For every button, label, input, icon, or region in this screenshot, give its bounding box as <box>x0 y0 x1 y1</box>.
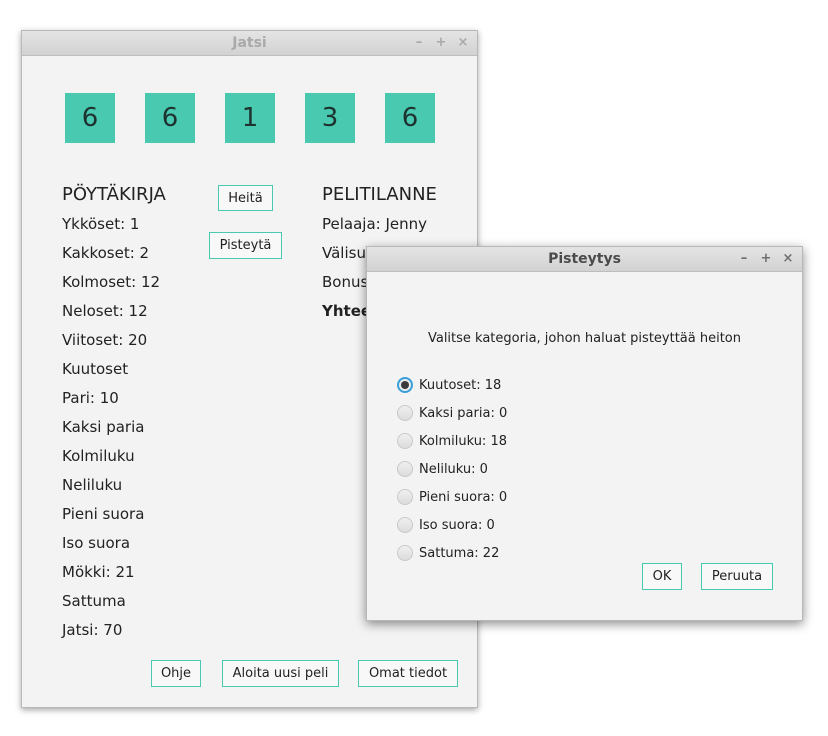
score-row-full-house: Mökki: 21 <box>62 563 135 581</box>
option-label: Neliluku: 0 <box>419 461 488 477</box>
radio-selected-icon[interactable] <box>397 377 413 393</box>
dialog-controls: – + × <box>738 247 794 271</box>
radio-icon[interactable] <box>397 405 413 421</box>
option-chance[interactable]: Sattuma: 22 <box>397 543 499 563</box>
minimize-icon[interactable]: – <box>413 31 425 55</box>
die-4[interactable]: 3 <box>305 93 355 143</box>
dialog-titlebar[interactable]: Pisteytys – + × <box>367 247 802 272</box>
throw-button[interactable]: Heitä <box>218 185 273 211</box>
option-large-straight[interactable]: Iso suora: 0 <box>397 515 495 535</box>
scorecard-heading: PÖYTÄKIRJA <box>62 184 166 205</box>
score-row-chance: Sattuma <box>62 592 126 610</box>
score-row-large-straight: Iso suora <box>62 534 131 552</box>
subtotal-label: Välisu <box>322 244 366 262</box>
score-row-two-pairs: Kaksi paria <box>62 418 145 436</box>
main-window-title: Jatsi <box>232 35 267 51</box>
option-small-straight[interactable]: Pieni suora: 0 <box>397 487 507 507</box>
die-5[interactable]: 6 <box>385 93 435 143</box>
die-2[interactable]: 6 <box>145 93 195 143</box>
score-row-small-straight: Pieni suora <box>62 505 145 523</box>
maximize-icon[interactable]: + <box>435 31 447 55</box>
close-icon[interactable]: × <box>457 31 469 55</box>
game-status-heading: PELITILANNE <box>322 184 437 205</box>
option-four-of-kind[interactable]: Neliluku: 0 <box>397 459 488 479</box>
score-row-yahtzee: Jatsi: 70 <box>62 621 123 639</box>
player-label: Pelaaja: Jenny <box>322 215 428 233</box>
die-1[interactable]: 6 <box>65 93 115 143</box>
option-label: Iso suora: 0 <box>419 517 495 533</box>
cancel-button[interactable]: Peruuta <box>701 563 773 590</box>
score-button[interactable]: Pisteytä <box>209 232 282 259</box>
ok-button[interactable]: OK <box>642 563 682 590</box>
dialog-prompt: Valitse kategoria, johon haluat pisteytt… <box>427 331 742 346</box>
option-label: Sattuma: 22 <box>419 545 500 561</box>
score-row-fives: Viitoset: 20 <box>62 331 148 349</box>
profile-button[interactable]: Omat tiedot <box>358 660 458 687</box>
score-row-ones: Ykköset: 1 <box>62 215 140 233</box>
minimize-icon[interactable]: – <box>738 247 750 271</box>
score-row-sixes: Kuutoset <box>62 360 129 378</box>
option-sixes[interactable]: Kuutoset: 18 <box>397 375 501 395</box>
die-3[interactable]: 1 <box>225 93 275 143</box>
help-button[interactable]: Ohje <box>151 660 201 687</box>
close-icon[interactable]: × <box>782 247 794 271</box>
option-two-pairs[interactable]: Kaksi paria: 0 <box>397 403 507 423</box>
score-row-fours: Neloset: 12 <box>62 302 148 320</box>
score-row-four-of-kind: Neliluku <box>62 476 123 494</box>
score-row-threes: Kolmoset: 12 <box>62 273 161 291</box>
new-game-button[interactable]: Aloita uusi peli <box>222 660 339 687</box>
option-label: Kuutoset: 18 <box>419 377 502 393</box>
maximize-icon[interactable]: + <box>760 247 772 271</box>
radio-icon[interactable] <box>397 517 413 533</box>
radio-icon[interactable] <box>397 545 413 561</box>
scoring-dialog: Pisteytys – + × Valitse kategoria, johon… <box>366 246 803 621</box>
total-label: Yhtee <box>322 302 372 320</box>
option-label: Pieni suora: 0 <box>419 489 508 505</box>
main-window-controls: – + × <box>413 31 469 55</box>
radio-icon[interactable] <box>397 433 413 449</box>
score-row-three-of-kind: Kolmiluku <box>62 447 135 465</box>
option-label: Kaksi paria: 0 <box>419 405 508 421</box>
score-row-pair: Pari: 10 <box>62 389 119 407</box>
option-three-of-kind[interactable]: Kolmiluku: 18 <box>397 431 507 451</box>
bonus-label: Bonus <box>322 273 369 291</box>
radio-icon[interactable] <box>397 489 413 505</box>
option-label: Kolmiluku: 18 <box>419 433 507 449</box>
dialog-title: Pisteytys <box>548 251 621 267</box>
score-row-twos: Kakkoset: 2 <box>62 244 150 262</box>
radio-icon[interactable] <box>397 461 413 477</box>
main-titlebar[interactable]: Jatsi – + × <box>22 31 477 56</box>
